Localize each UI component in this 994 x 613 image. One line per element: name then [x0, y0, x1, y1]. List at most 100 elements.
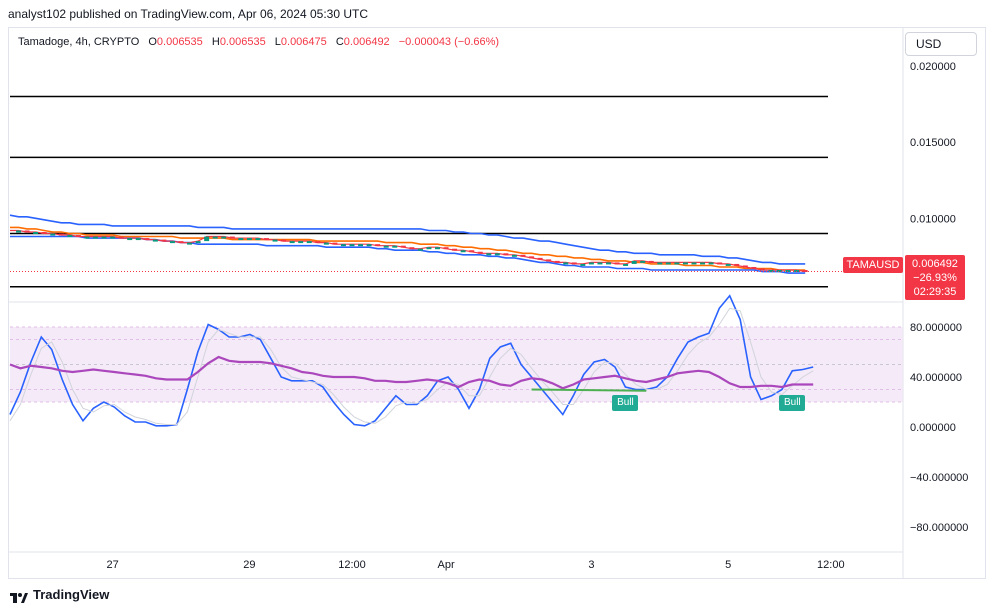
candle: [759, 268, 765, 271]
chart-svg: 0.020000 0.015000 0.010000 80.000000 40.0000…: [9, 28, 968, 578]
candle: [246, 238, 252, 241]
candle: [597, 262, 603, 265]
candle: [606, 262, 611, 265]
candle: [563, 262, 569, 265]
price-tick-label: 0.020000: [910, 61, 956, 73]
candle: [315, 241, 321, 244]
candle: [443, 247, 449, 250]
price-tick-label: 0.010000: [910, 213, 956, 225]
candle: [212, 236, 218, 239]
candle: [383, 245, 389, 248]
bar-countdown: 02:29:35: [913, 286, 957, 298]
candle: [409, 247, 415, 250]
candle: [135, 238, 141, 241]
candle: [289, 241, 295, 244]
candle: [708, 262, 714, 265]
oscillator-tick-label: 80.000000: [910, 322, 962, 334]
candle: [75, 235, 81, 238]
current-price: 0.006492: [912, 258, 958, 270]
symbol-price-tag: TAMAUSD: [843, 257, 903, 273]
candle: [204, 236, 210, 242]
candle: [623, 263, 629, 266]
candle: [529, 256, 535, 259]
time-tick-label: 12:00: [817, 559, 845, 571]
candle: [400, 245, 406, 248]
candle: [751, 266, 757, 269]
candle: [93, 236, 98, 239]
time-tick-label: 12:00: [338, 559, 366, 571]
candle: [306, 241, 312, 244]
candle: [255, 238, 261, 241]
candle: [358, 244, 364, 247]
candle: [700, 262, 706, 265]
candle: [178, 241, 184, 244]
candle: [144, 238, 150, 241]
candle: [67, 235, 73, 238]
candle: [742, 265, 748, 268]
candle: [520, 254, 526, 257]
candle: [366, 244, 372, 247]
candle: [323, 242, 329, 245]
candle: [118, 236, 124, 239]
candle: [477, 251, 483, 254]
candle: [682, 262, 688, 265]
candle: [546, 259, 552, 262]
candle: [588, 262, 594, 265]
candle: [169, 241, 175, 244]
candle: [349, 244, 355, 247]
candle: [50, 233, 56, 236]
oscillator-tick-label: 40.000000: [910, 372, 962, 384]
candle: [272, 239, 278, 242]
current-price-box: 0.006492 −26.93% 02:29:35: [905, 255, 965, 300]
candle: [264, 238, 269, 241]
candle: [340, 244, 346, 247]
candle: [33, 231, 39, 234]
candle: [665, 262, 671, 265]
oscillator-tick-label: −80.000000: [910, 522, 968, 534]
bull-divergence-line: [531, 388, 647, 392]
candle: [511, 254, 517, 257]
candle: [452, 248, 458, 251]
candle: [238, 238, 244, 241]
oscillator-tick-label: −40.000000: [910, 472, 968, 484]
candle: [41, 231, 47, 234]
tradingview-brand: TradingView: [33, 587, 110, 602]
candle: [571, 262, 577, 265]
time-tick-label: 3: [588, 559, 594, 571]
candle: [725, 263, 731, 266]
candle: [229, 236, 235, 239]
time-tick-label: 5: [725, 559, 731, 571]
candle: [674, 262, 680, 265]
candle: [298, 241, 304, 244]
candle: [717, 262, 723, 265]
candle: [24, 230, 30, 233]
candle: [392, 245, 398, 248]
candle: [152, 239, 158, 242]
candle: [332, 242, 338, 245]
candle: [460, 250, 466, 253]
candle: [58, 233, 64, 236]
bull-signal-label: Bull: [779, 394, 806, 411]
candle: [631, 260, 637, 264]
candle: [486, 253, 492, 256]
candle: [375, 244, 381, 247]
candle: [127, 238, 133, 241]
time-tick-label: 27: [106, 559, 118, 571]
candle: [187, 242, 193, 245]
candle: [161, 239, 167, 242]
candle: [640, 260, 646, 263]
candle: [426, 247, 432, 250]
tradingview-footer[interactable]: TradingView: [10, 587, 110, 603]
oscillator-tick-label: 0.000000: [910, 422, 956, 434]
candle: [435, 247, 440, 250]
candle: [503, 253, 509, 256]
candle: [101, 236, 107, 239]
candle: [537, 257, 543, 260]
candle: [281, 239, 287, 242]
time-tick-label: Apr: [437, 559, 454, 571]
candle: [554, 260, 560, 263]
candle: [494, 253, 500, 256]
candle: [195, 241, 201, 244]
candle: [785, 270, 791, 273]
candle: [691, 262, 697, 265]
